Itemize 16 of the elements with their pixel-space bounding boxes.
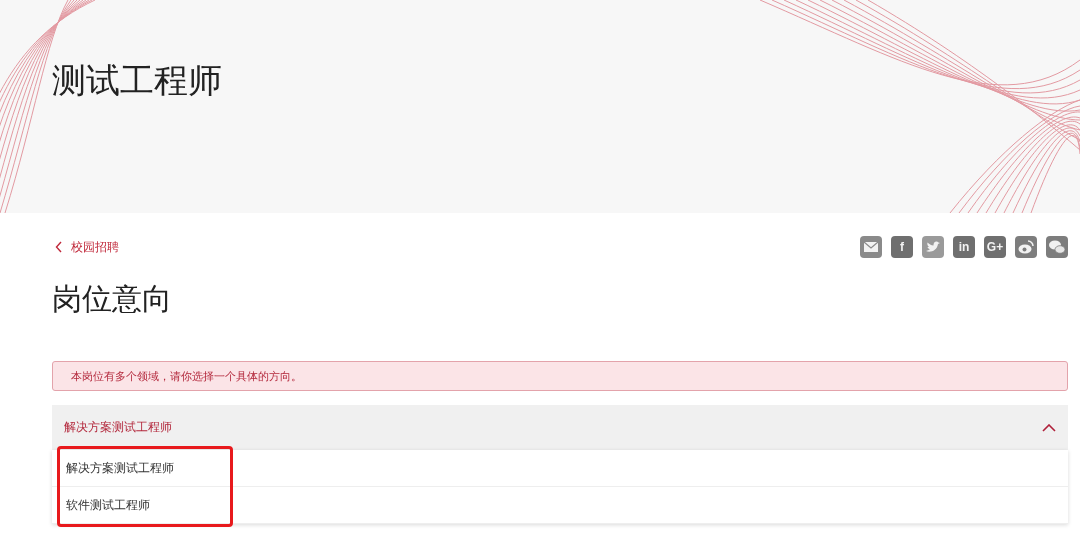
- bird-icon[interactable]: [922, 236, 944, 258]
- chat-bubbles-icon[interactable]: [1046, 236, 1068, 258]
- dropdown-select[interactable]: 解决方案测试工程师: [52, 405, 1068, 450]
- caret-icon: [1042, 423, 1056, 432]
- alert-message: 本岗位有多个领域，请你选择一个具体的方向。: [52, 361, 1068, 391]
- section-heading: 岗位意向: [52, 280, 173, 318]
- share-icon[interactable]: G+: [984, 236, 1006, 258]
- dropdown-option[interactable]: 软件测试工程师: [52, 487, 1068, 524]
- back-link[interactable]: 校园招聘: [52, 238, 119, 256]
- email-icon[interactable]: [860, 236, 882, 258]
- page-title: 测试工程师: [52, 59, 223, 102]
- share-icon[interactable]: f: [891, 236, 913, 258]
- chevron-left-icon: [55, 241, 63, 253]
- weibo-icon[interactable]: [1015, 236, 1037, 258]
- share-icon[interactable]: in: [953, 236, 975, 258]
- dropdown-option[interactable]: 解决方案测试工程师: [52, 450, 1068, 487]
